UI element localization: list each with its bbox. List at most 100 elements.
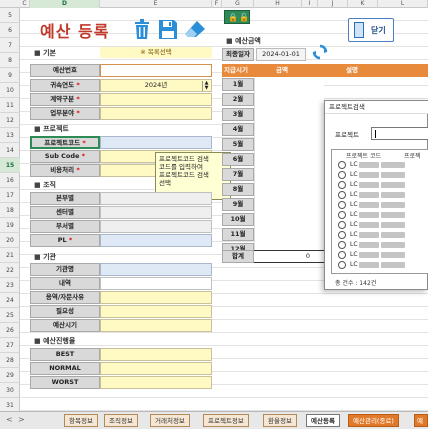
row-header-8[interactable]: 8 xyxy=(0,53,20,68)
radio-icon[interactable] xyxy=(338,210,346,219)
row-header-5[interactable]: 5 xyxy=(0,8,20,23)
column-header-e[interactable]: E xyxy=(100,0,212,8)
last-date-field[interactable]: 2024-01-01 xyxy=(256,48,306,61)
radio-icon[interactable] xyxy=(338,260,346,269)
hq-field[interactable] xyxy=(100,192,212,205)
tab-exchange-info[interactable]: 환율정보 xyxy=(263,414,297,427)
tab-scroll-left-icon[interactable]: < xyxy=(6,415,13,424)
row-header-28[interactable]: 28 xyxy=(0,353,20,368)
column-header-i[interactable]: I xyxy=(302,0,318,8)
row-header-19[interactable]: 19 xyxy=(0,218,20,233)
row-header-25[interactable]: 25 xyxy=(0,308,20,323)
work-area-field[interactable] xyxy=(100,107,212,120)
row-header-7[interactable]: 7 xyxy=(0,38,20,53)
list-item[interactable]: LC xyxy=(338,240,406,249)
list-item[interactable]: LC xyxy=(338,220,406,229)
row-header-6[interactable]: 6 xyxy=(0,23,20,38)
close-button[interactable]: 닫기 xyxy=(348,18,394,42)
row-header-29[interactable]: 29 xyxy=(0,368,20,383)
refresh-icon[interactable] xyxy=(312,44,328,60)
list-item[interactable]: LC xyxy=(338,190,406,199)
necessity-field[interactable] xyxy=(100,305,212,318)
budget-no-field[interactable] xyxy=(100,64,212,77)
radio-icon[interactable] xyxy=(338,230,346,239)
row-header-20[interactable]: 20 xyxy=(0,233,20,248)
service-reason-field[interactable] xyxy=(100,291,212,304)
list-item[interactable]: LC xyxy=(338,200,406,209)
tab-item-info[interactable]: 항목정보 xyxy=(64,414,98,427)
column-header-h[interactable]: H xyxy=(254,0,302,8)
radio-icon[interactable] xyxy=(338,190,346,199)
trash-icon[interactable] xyxy=(132,18,152,40)
project-code-field[interactable] xyxy=(100,136,212,149)
list-item[interactable]: LC xyxy=(338,180,406,189)
list-item[interactable]: LC xyxy=(338,160,406,169)
list-item[interactable]: LC xyxy=(338,250,406,259)
detail-field[interactable] xyxy=(100,277,212,290)
radio-icon[interactable] xyxy=(338,250,346,259)
row-header-14[interactable]: 14 xyxy=(0,143,20,158)
tab-budget-register[interactable]: 예산등록 xyxy=(306,414,340,427)
row-header-16[interactable]: 16 xyxy=(0,173,20,188)
row-header-12[interactable]: 12 xyxy=(0,113,20,128)
radio-icon[interactable] xyxy=(338,240,346,249)
floppy-save-icon[interactable] xyxy=(158,18,178,40)
list-item[interactable]: LC xyxy=(338,170,406,179)
row-header-22[interactable]: 22 xyxy=(0,263,20,278)
radio-icon[interactable] xyxy=(338,170,346,179)
best-field[interactable] xyxy=(100,348,212,361)
radio-icon[interactable] xyxy=(338,220,346,229)
year-spinner-icon[interactable]: ▲ ▼ xyxy=(202,81,210,91)
radio-icon[interactable] xyxy=(338,180,346,189)
row-header-26[interactable]: 26 xyxy=(0,323,20,338)
row-header-11[interactable]: 11 xyxy=(0,98,20,113)
project-list-select[interactable]: ※ 목록선택 xyxy=(100,47,212,58)
row-header-18[interactable]: 18 xyxy=(0,203,20,218)
year-field[interactable]: 2024년 ▲ ▼ xyxy=(100,79,212,92)
tab-org-info[interactable]: 조직정보 xyxy=(104,414,138,427)
redacted-text xyxy=(381,201,406,208)
budget-timing-field[interactable] xyxy=(100,319,212,332)
column-header-d[interactable]: D xyxy=(30,0,100,8)
lock-toggle[interactable]: 🔒 🔓 xyxy=(224,10,250,24)
pl-field[interactable] xyxy=(100,234,212,247)
dialog-search-input[interactable] xyxy=(371,127,428,140)
column-header-k[interactable]: K xyxy=(348,0,378,8)
project-search-dialog[interactable]: 프로젝트검색 프로젝트 프로젝트 코드 프로젝 LC LC LC LC LC L… xyxy=(324,100,428,290)
list-item[interactable]: LC xyxy=(338,230,406,239)
tab-budget-manage-closed[interactable]: 예산관리(종료) xyxy=(348,414,399,427)
dialog-project-list[interactable]: 프로젝트 코드 프로젝 LC LC LC LC LC LC LC LC LC L… xyxy=(331,149,428,274)
dept-field[interactable] xyxy=(100,220,212,233)
amount-column[interactable] xyxy=(254,78,324,254)
list-item[interactable]: LC xyxy=(338,210,406,219)
eraser-icon[interactable] xyxy=(184,20,206,38)
tab-vendor-info[interactable]: 거래처정보 xyxy=(150,414,190,427)
redacted-text xyxy=(359,161,380,168)
column-header-j[interactable]: J xyxy=(318,0,348,8)
row-header-23[interactable]: 23 xyxy=(0,278,20,293)
column-header-g[interactable]: G xyxy=(222,0,254,8)
row-header-27[interactable]: 27 xyxy=(0,338,20,353)
column-header-l[interactable]: L xyxy=(378,0,428,8)
tab-project-info[interactable]: 프로젝트정보 xyxy=(203,414,249,427)
tab-scroll-right-icon[interactable]: > xyxy=(18,415,25,424)
row-header-24[interactable]: 24 xyxy=(0,293,20,308)
column-header-f[interactable]: F xyxy=(212,0,222,8)
center-field[interactable] xyxy=(100,206,212,219)
radio-icon[interactable] xyxy=(338,160,346,169)
contract-type-field[interactable] xyxy=(100,93,212,106)
row-header-30[interactable]: 30 xyxy=(0,383,20,398)
row-header-17[interactable]: 17 xyxy=(0,188,20,203)
row-header-21[interactable]: 21 xyxy=(0,248,20,263)
radio-icon[interactable] xyxy=(338,200,346,209)
worst-field[interactable] xyxy=(100,376,212,389)
column-header-c[interactable]: C xyxy=(20,0,30,8)
row-header-10[interactable]: 10 xyxy=(0,83,20,98)
row-header-15[interactable]: 15 xyxy=(0,158,20,173)
row-header-13[interactable]: 13 xyxy=(0,128,20,143)
row-header-9[interactable]: 9 xyxy=(0,68,20,83)
tab-budget-truncated[interactable]: 예 xyxy=(414,414,428,427)
agency-field[interactable] xyxy=(100,263,212,276)
list-item[interactable]: LC xyxy=(338,260,406,269)
normal-field[interactable] xyxy=(100,362,212,375)
